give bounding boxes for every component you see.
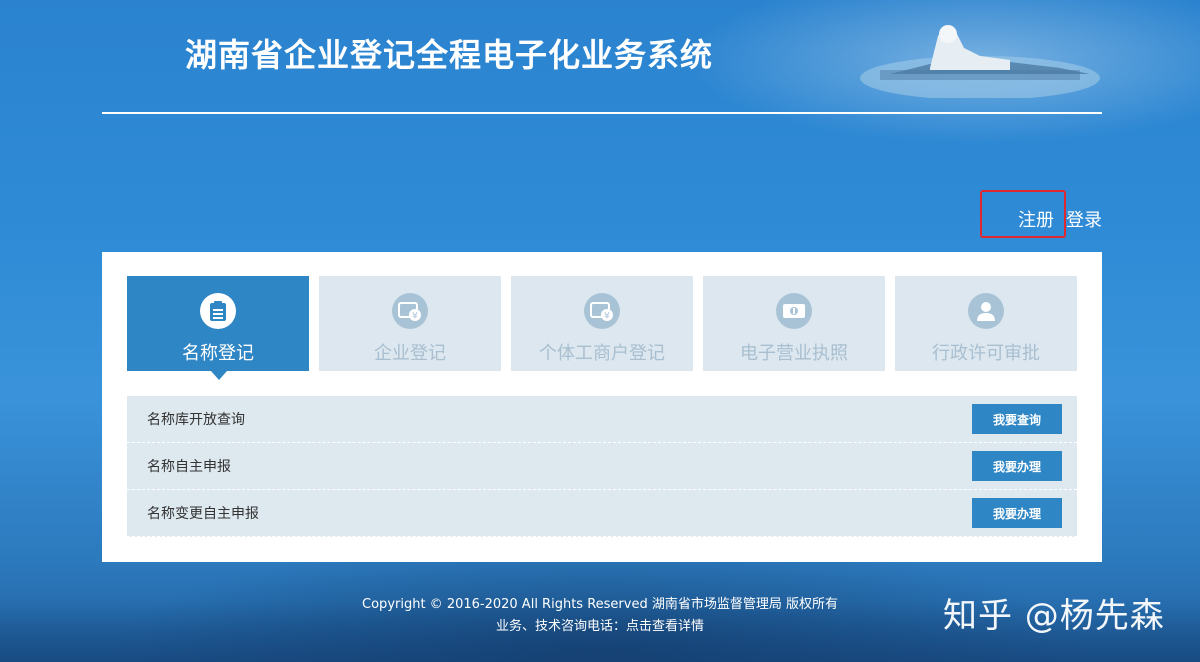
apply-button[interactable]: 我要办理 — [972, 498, 1062, 528]
auth-links: 注册 登录 — [1018, 206, 1102, 232]
zhihu-watermark: 知乎 @杨先森 — [943, 596, 1165, 636]
register-link[interactable]: 注册 — [1018, 206, 1054, 232]
category-tabs: 名称登记 ¥ 企业登记 ¥ 个体工商户登记 电子营业执照 行政许可审批 — [127, 276, 1077, 380]
person-icon — [968, 293, 1004, 329]
login-link[interactable]: 登录 — [1066, 206, 1102, 232]
tab-label: 电子营业执照 — [740, 343, 848, 364]
query-button[interactable]: 我要查询 — [972, 404, 1062, 434]
statue-landscape-image — [860, 25, 1100, 98]
svg-text:¥: ¥ — [604, 312, 610, 322]
tab-electronic-license[interactable]: 电子营业执照 — [703, 276, 885, 371]
service-label: 名称自主申报 — [147, 459, 231, 475]
page-title: 湖南省企业登记全程电子化业务系统 — [185, 36, 714, 74]
yuan-card-icon: ¥ — [392, 293, 428, 329]
apply-button[interactable]: 我要办理 — [972, 451, 1062, 481]
money-icon — [776, 293, 812, 329]
tab-label: 企业登记 — [374, 343, 446, 364]
tab-label: 名称登记 — [182, 343, 254, 364]
hotline-label: 业务、技术咨询电话： — [495, 619, 626, 634]
tab-individual-business-registration[interactable]: ¥ 个体工商户登记 — [511, 276, 693, 371]
tab-label: 个体工商户登记 — [539, 343, 665, 364]
list-item: 名称库开放查询 我要查询 — [127, 396, 1077, 443]
document-icon — [200, 293, 236, 329]
tab-label: 行政许可审批 — [932, 343, 1040, 364]
service-label: 名称库开放查询 — [147, 412, 245, 428]
service-list: 名称库开放查询 我要查询 名称自主申报 我要办理 名称变更自主申报 我要办理 — [127, 396, 1077, 537]
hotline-details-link[interactable]: 点击查看详情 — [626, 619, 704, 634]
yuan-card-icon: ¥ — [584, 293, 620, 329]
list-item: 名称变更自主申报 我要办理 — [127, 490, 1077, 537]
tab-administrative-approval[interactable]: 行政许可审批 — [895, 276, 1077, 371]
tab-name-registration[interactable]: 名称登记 — [127, 276, 309, 380]
svg-text:¥: ¥ — [412, 312, 418, 322]
service-label: 名称变更自主申报 — [147, 506, 259, 522]
header-divider — [102, 112, 1102, 114]
tab-enterprise-registration[interactable]: ¥ 企业登记 — [319, 276, 501, 371]
list-item: 名称自主申报 我要办理 — [127, 443, 1077, 490]
main-panel: 名称登记 ¥ 企业登记 ¥ 个体工商户登记 电子营业执照 行政许可审批 名称库开… — [102, 252, 1102, 562]
